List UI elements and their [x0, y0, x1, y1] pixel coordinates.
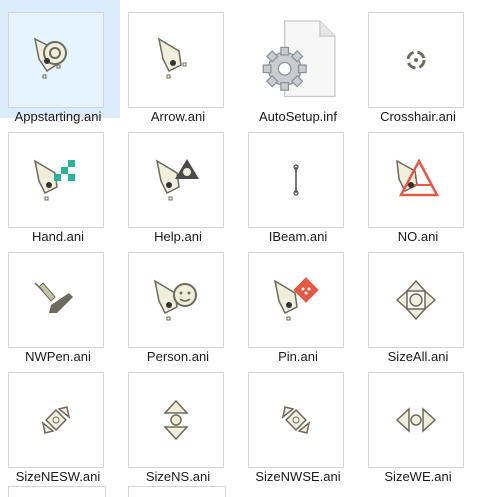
file-item-sizens[interactable]: SizeNS.ani: [120, 360, 240, 484]
file-name: SizeNESW.ani: [15, 469, 101, 484]
file-item-autosetup[interactable]: AutoSetup.inf: [240, 0, 360, 124]
file-item-hand[interactable]: Hand.ani: [0, 120, 120, 244]
file-item-pin[interactable]: Pin.ani: [240, 240, 360, 364]
sizens-cursor-icon: [128, 372, 224, 468]
pen-cursor-icon: [8, 252, 104, 348]
arrow-cursor-icon: [128, 12, 224, 108]
ibeam-cursor-icon: [248, 132, 344, 228]
sizenwse-cursor-icon: [248, 372, 344, 468]
crosshair-cursor-icon: [368, 12, 464, 108]
file-item-crosshair[interactable]: Crosshair.ani: [360, 0, 480, 124]
sizeall-cursor-icon: [368, 252, 464, 348]
sizenesw-cursor-icon: [8, 372, 104, 468]
person-cursor-icon: [128, 252, 224, 348]
settings-file-icon: [248, 12, 344, 108]
file-item-no[interactable]: NO.ani: [360, 120, 480, 244]
pin-cursor-icon: [248, 252, 344, 348]
file-item-person[interactable]: Person.ani: [120, 240, 240, 364]
file-item-sizenesw[interactable]: SizeNESW.ani: [0, 360, 120, 484]
file-name: SizeNS.ani: [145, 469, 211, 484]
sizewe-cursor-icon: [368, 372, 464, 468]
appstarting-cursor-icon: [8, 12, 104, 108]
help-cursor-icon: [128, 132, 224, 228]
file-item-sizenwse[interactable]: SizeNWSE.ani: [240, 360, 360, 484]
hand-cursor-icon: [8, 132, 104, 228]
file-item-help[interactable]: Help.ani: [120, 120, 240, 244]
file-item-sizewe[interactable]: SizeWE.ani: [360, 360, 480, 484]
no-cursor-icon: [368, 132, 464, 228]
file-grid: Appstarting.ani Arrow.ani AutoSetup.inf …: [0, 0, 480, 497]
file-item-ibeam[interactable]: IBeam.ani: [240, 120, 360, 244]
file-item-appstarting[interactable]: Appstarting.ani: [0, 0, 120, 124]
file-name: SizeNWSE.ani: [255, 469, 341, 484]
file-item-arrow[interactable]: Arrow.ani: [120, 0, 240, 124]
file-name: SizeWE.ani: [384, 469, 452, 484]
file-item-sizeall[interactable]: SizeAll.ani: [360, 240, 480, 364]
file-item-nwpen[interactable]: NWPen.ani: [0, 240, 120, 364]
